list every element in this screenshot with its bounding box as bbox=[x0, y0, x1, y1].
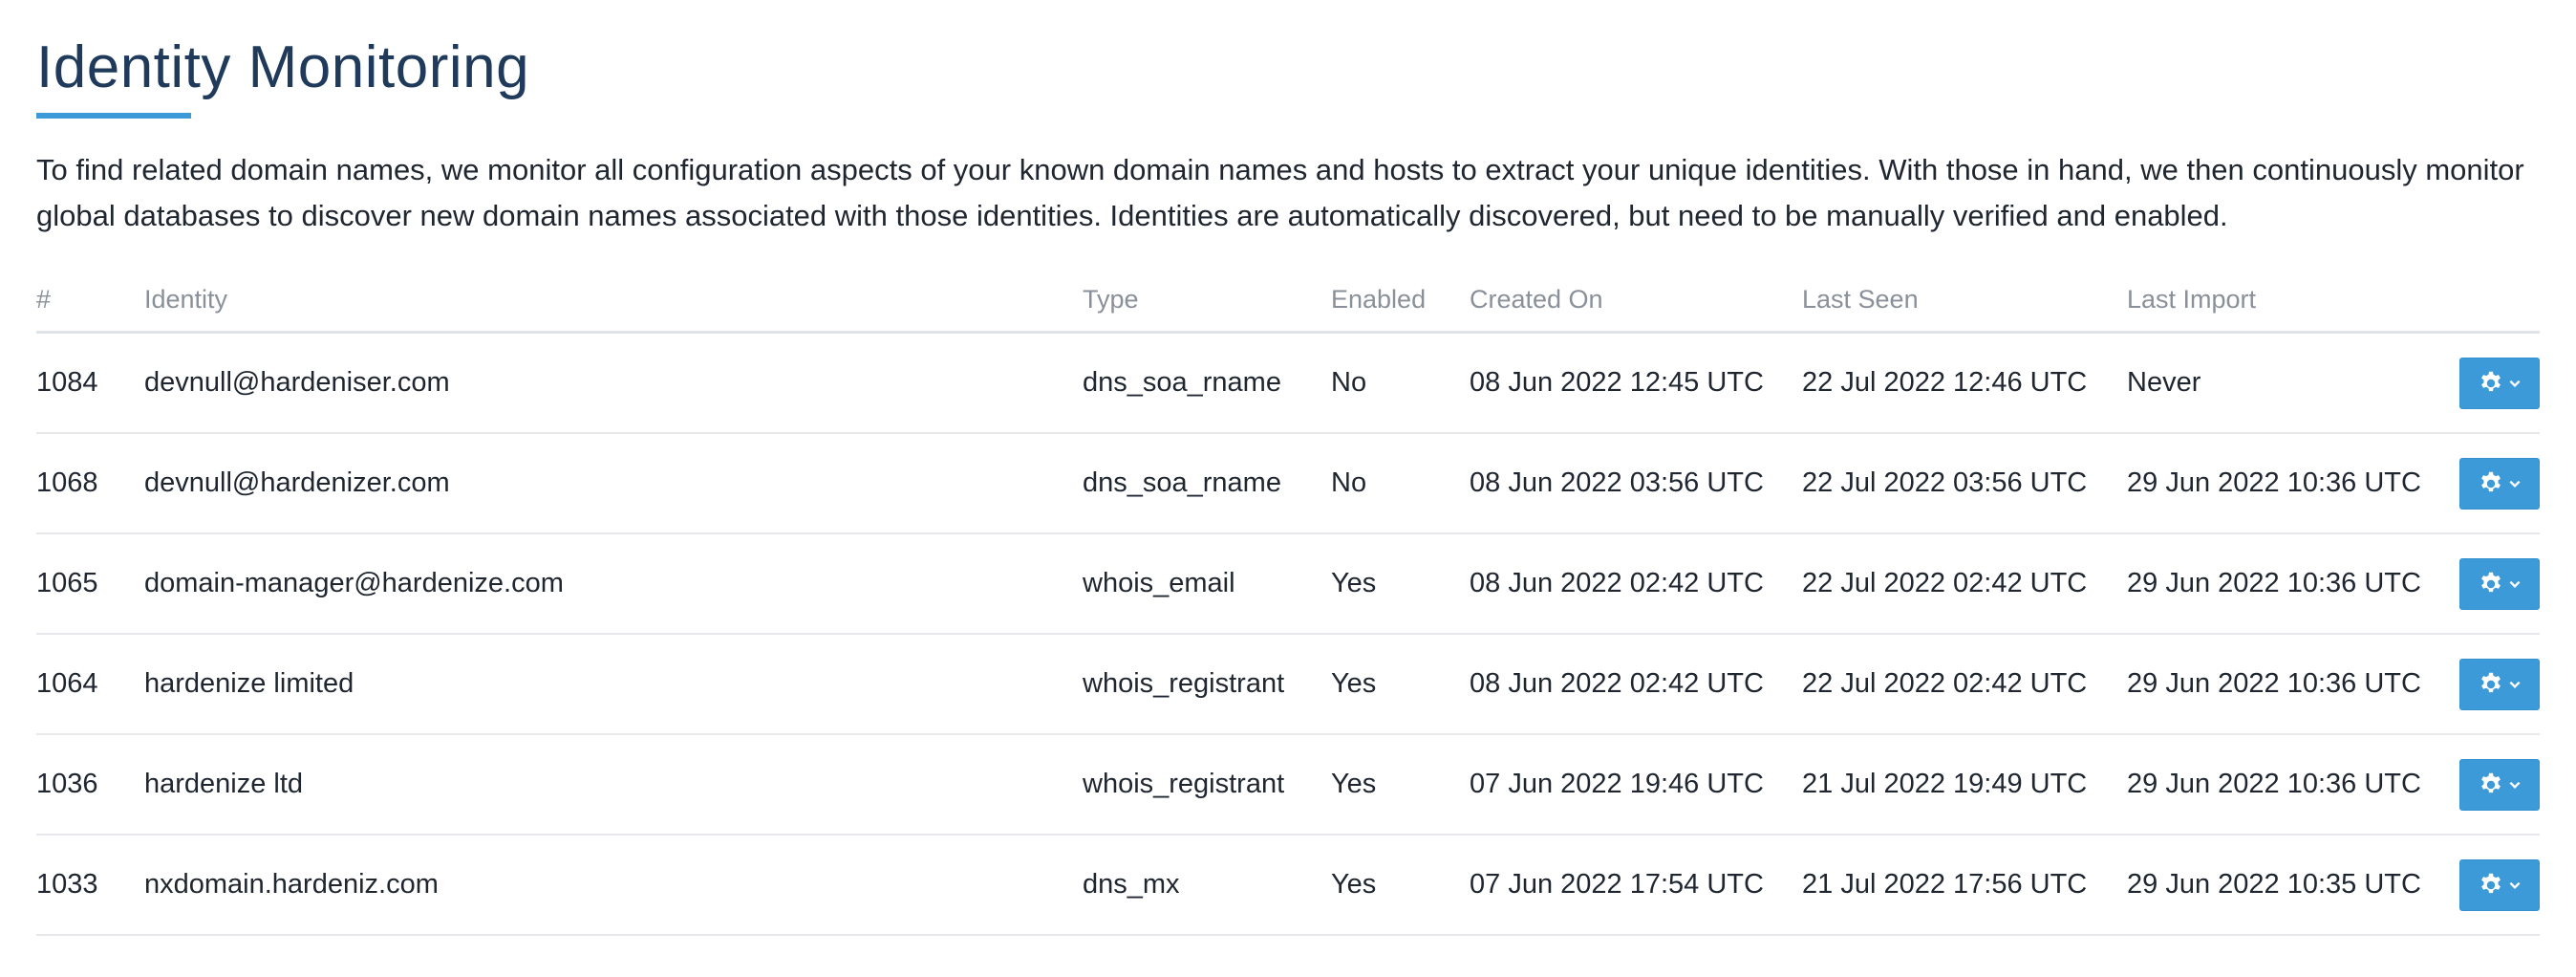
cell-last-import: 29 Jun 2022 10:35 UTC bbox=[2127, 835, 2456, 936]
cell-actions bbox=[2456, 835, 2540, 936]
cell-identity: nxdomain.hardeniz.com bbox=[144, 835, 1083, 936]
gear-icon bbox=[2478, 671, 2504, 698]
cell-actions bbox=[2456, 533, 2540, 635]
gear-icon bbox=[2478, 470, 2504, 497]
chevron-down-icon bbox=[2508, 879, 2522, 892]
cell-created-on: 07 Jun 2022 17:54 UTC bbox=[1470, 835, 1802, 936]
table-row: 1084 devnull@hardeniser.com dns_soa_rnam… bbox=[36, 332, 2540, 434]
cell-identity: domain-manager@hardenize.com bbox=[144, 533, 1083, 635]
table-row: 1068 devnull@hardenizer.com dns_soa_rnam… bbox=[36, 433, 2540, 534]
identities-table: # Identity Type Enabled Created On Last … bbox=[36, 268, 2540, 936]
table-row: 1064 hardenize limited whois_registrant … bbox=[36, 634, 2540, 735]
cell-num: 1033 bbox=[36, 835, 144, 936]
table-row: 1033 nxdomain.hardeniz.com dns_mx Yes 07… bbox=[36, 835, 2540, 936]
gear-icon bbox=[2478, 771, 2504, 798]
cell-last-seen: 22 Jul 2022 12:46 UTC bbox=[1802, 332, 2127, 434]
cell-last-seen: 21 Jul 2022 17:56 UTC bbox=[1802, 835, 2127, 936]
cell-last-import: 29 Jun 2022 10:36 UTC bbox=[2127, 634, 2456, 735]
cell-identity: hardenize ltd bbox=[144, 734, 1083, 836]
cell-enabled: No bbox=[1331, 332, 1470, 434]
column-header-last-seen: Last Seen bbox=[1802, 268, 2127, 334]
cell-last-seen: 21 Jul 2022 19:49 UTC bbox=[1802, 734, 2127, 836]
column-header-last-import: Last Import bbox=[2127, 268, 2456, 334]
cell-type: dns_mx bbox=[1083, 835, 1331, 936]
row-actions-button[interactable] bbox=[2459, 357, 2540, 409]
cell-type: dns_soa_rname bbox=[1083, 433, 1331, 534]
gear-icon bbox=[2478, 571, 2504, 597]
cell-actions bbox=[2456, 433, 2540, 534]
cell-created-on: 08 Jun 2022 12:45 UTC bbox=[1470, 332, 1802, 434]
cell-created-on: 08 Jun 2022 03:56 UTC bbox=[1470, 433, 1802, 534]
cell-num: 1064 bbox=[36, 634, 144, 735]
row-actions-button[interactable] bbox=[2459, 858, 2540, 911]
cell-last-seen: 22 Jul 2022 02:42 UTC bbox=[1802, 533, 2127, 635]
cell-last-seen: 22 Jul 2022 03:56 UTC bbox=[1802, 433, 2127, 534]
chevron-down-icon bbox=[2508, 678, 2522, 691]
column-header-enabled: Enabled bbox=[1331, 268, 1470, 334]
gear-icon bbox=[2478, 370, 2504, 397]
chevron-down-icon bbox=[2508, 377, 2522, 390]
cell-identity: devnull@hardenizer.com bbox=[144, 433, 1083, 534]
cell-enabled: No bbox=[1331, 433, 1470, 534]
row-actions-button[interactable] bbox=[2459, 457, 2540, 510]
cell-identity: hardenize limited bbox=[144, 634, 1083, 735]
cell-created-on: 08 Jun 2022 02:42 UTC bbox=[1470, 634, 1802, 735]
row-actions-button[interactable] bbox=[2459, 758, 2540, 811]
cell-actions bbox=[2456, 734, 2540, 836]
chevron-down-icon bbox=[2508, 778, 2522, 792]
chevron-down-icon bbox=[2508, 477, 2522, 490]
cell-actions bbox=[2456, 634, 2540, 735]
row-actions-button[interactable] bbox=[2459, 557, 2540, 610]
cell-type: whois_email bbox=[1083, 533, 1331, 635]
cell-enabled: Yes bbox=[1331, 533, 1470, 635]
cell-enabled: Yes bbox=[1331, 835, 1470, 936]
cell-created-on: 07 Jun 2022 19:46 UTC bbox=[1470, 734, 1802, 836]
column-header-created-on: Created On bbox=[1470, 268, 1802, 334]
cell-last-import: 29 Jun 2022 10:36 UTC bbox=[2127, 533, 2456, 635]
cell-enabled: Yes bbox=[1331, 634, 1470, 735]
cell-enabled: Yes bbox=[1331, 734, 1470, 836]
page-title: Identity Monitoring bbox=[36, 34, 530, 100]
page-description: To find related domain names, we monitor… bbox=[36, 153, 2524, 232]
table-header-row: # Identity Type Enabled Created On Last … bbox=[36, 268, 2540, 334]
table-row: 1065 domain-manager@hardenize.com whois_… bbox=[36, 533, 2540, 635]
cell-num: 1036 bbox=[36, 734, 144, 836]
column-header-actions bbox=[2456, 268, 2540, 334]
gear-icon bbox=[2478, 872, 2504, 899]
cell-last-seen: 22 Jul 2022 02:42 UTC bbox=[1802, 634, 2127, 735]
cell-actions bbox=[2456, 332, 2540, 434]
identity-monitoring-page: Identity Monitoring To find related doma… bbox=[36, 0, 2540, 936]
cell-identity: devnull@hardeniser.com bbox=[144, 332, 1083, 434]
row-actions-button[interactable] bbox=[2459, 658, 2540, 710]
table-row: 1036 hardenize ltd whois_registrant Yes … bbox=[36, 734, 2540, 836]
column-header-type: Type bbox=[1083, 268, 1331, 334]
cell-num: 1068 bbox=[36, 433, 144, 534]
chevron-down-icon bbox=[2508, 577, 2522, 591]
title-underline bbox=[36, 113, 191, 119]
cell-created-on: 08 Jun 2022 02:42 UTC bbox=[1470, 533, 1802, 635]
cell-last-import: 29 Jun 2022 10:36 UTC bbox=[2127, 734, 2456, 836]
cell-last-import: Never bbox=[2127, 332, 2456, 434]
cell-num: 1065 bbox=[36, 533, 144, 635]
cell-type: whois_registrant bbox=[1083, 734, 1331, 836]
cell-num: 1084 bbox=[36, 332, 144, 434]
column-header-num: # bbox=[36, 268, 144, 334]
column-header-identity: Identity bbox=[144, 268, 1083, 334]
cell-type: dns_soa_rname bbox=[1083, 332, 1331, 434]
cell-type: whois_registrant bbox=[1083, 634, 1331, 735]
cell-last-import: 29 Jun 2022 10:36 UTC bbox=[2127, 433, 2456, 534]
